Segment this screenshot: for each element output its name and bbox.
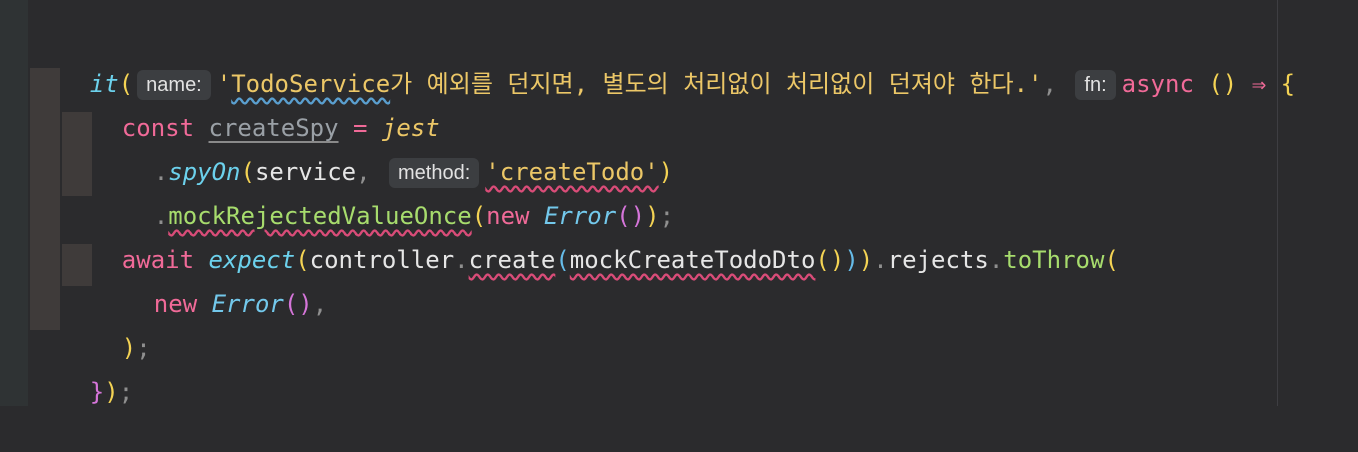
token-paren: ( <box>1104 246 1119 274</box>
code-line-6[interactable]: new Error(), <box>96 244 327 318</box>
token-comma: , <box>312 290 328 318</box>
token-parens: () <box>283 290 313 318</box>
token-controller: controller <box>309 246 455 274</box>
code-line-5[interactable]: await expect(controller.create(mockCreat… <box>64 200 1119 274</box>
token-comma: , <box>1042 70 1057 98</box>
token-dot: . <box>988 246 1004 274</box>
token-paren: ) <box>844 246 859 274</box>
token-rejects: rejects <box>887 246 989 274</box>
token-brace: { <box>1280 70 1296 98</box>
token-parens: () <box>815 246 845 274</box>
token-paren: ( <box>555 246 570 274</box>
token-paren: ) <box>104 378 119 406</box>
token-dot: . <box>873 246 888 274</box>
code-line-4[interactable]: .mockRejectedValueOnce(new Error()); <box>96 156 674 230</box>
param-hint-fn: fn: <box>1075 70 1116 100</box>
editor-gutter <box>0 0 28 406</box>
token-error-class: Error <box>211 290 284 318</box>
token-tothrow: toThrow <box>1003 246 1105 274</box>
code-line-1[interactable]: it(name: 'TodoService가 예외를 던지면, 별도의 처리없이 … <box>32 24 1295 100</box>
token-semicolon: ; <box>136 334 151 362</box>
token-async: async <box>1121 70 1194 98</box>
code-line-2[interactable]: const createSpy = jest <box>64 68 440 142</box>
token-params: () <box>1208 70 1238 98</box>
token-paren: ) <box>858 246 874 274</box>
token-korean-string: 가 예외를 던지면, 별도의 처리없이 처리없이 던져야 한다. <box>390 70 1029 98</box>
token-quote: ' <box>1028 70 1043 98</box>
token-create: create <box>468 246 556 274</box>
code-editor[interactable]: it(name: 'TodoService가 예외를 던지면, 별도의 처리없이 … <box>28 0 1358 406</box>
token-new: new <box>153 290 198 318</box>
token-semicolon: ; <box>118 378 134 406</box>
token-brace: } <box>89 378 105 406</box>
token-arrow: ⇒ <box>1251 70 1267 98</box>
code-line-7[interactable]: ); <box>64 288 151 362</box>
code-line-3[interactable]: .spyOn(service, method:'createTodo') <box>96 112 673 188</box>
token-dot: . <box>454 246 469 274</box>
code-line-8[interactable]: }); <box>32 332 133 406</box>
token-mockcreatetododto: mockCreateTodoDto <box>569 246 816 274</box>
